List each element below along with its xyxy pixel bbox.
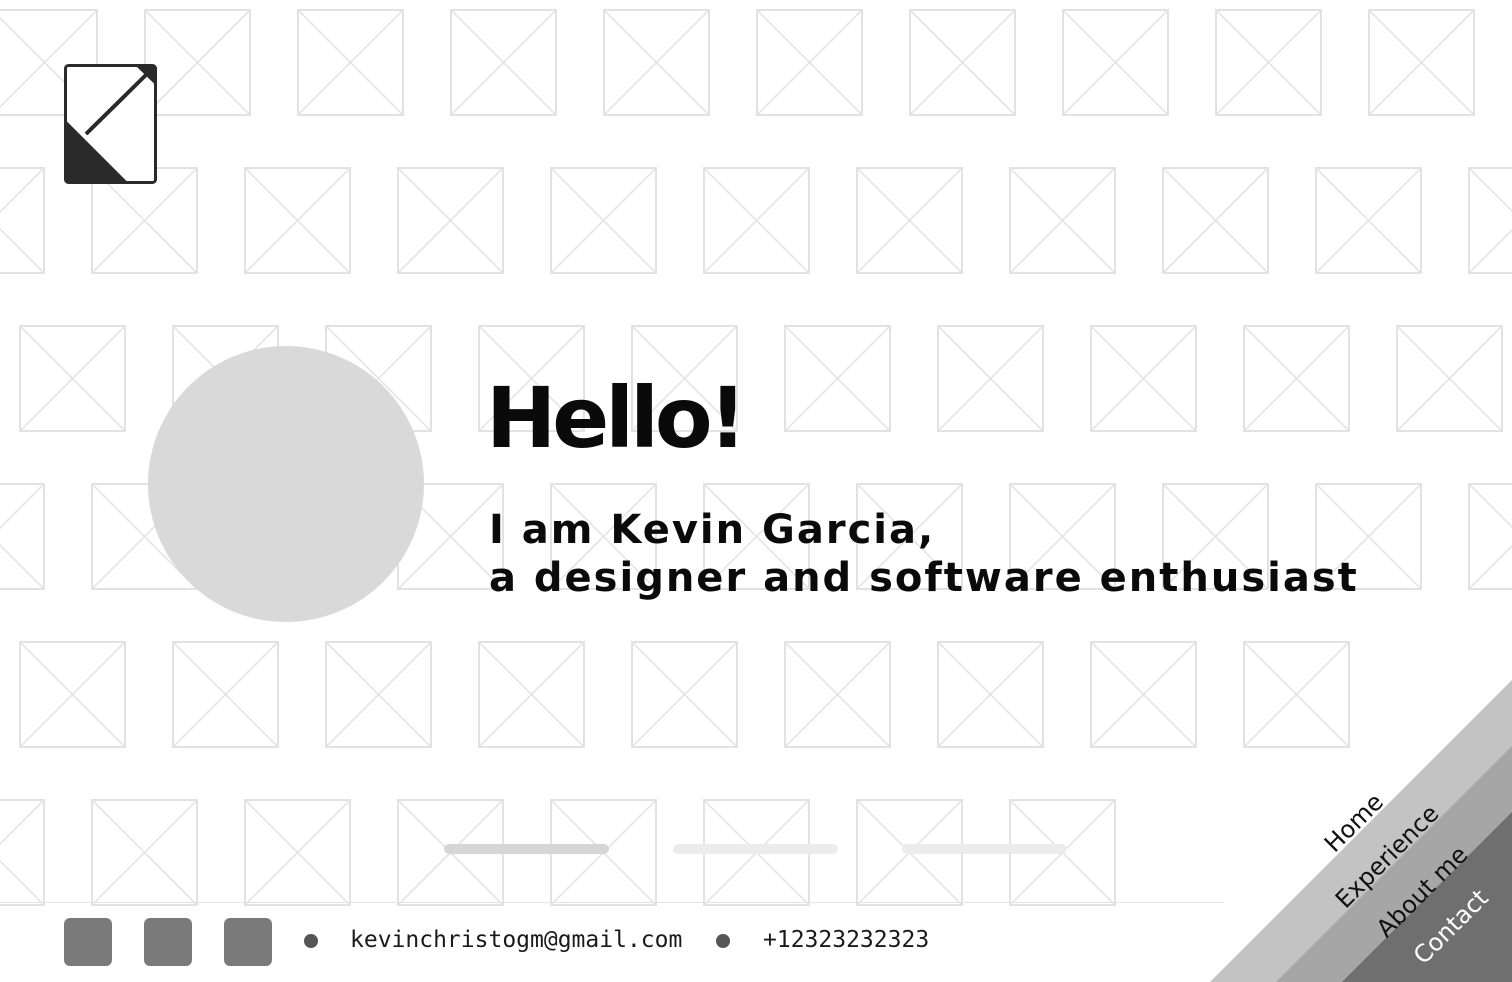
placeholder-tile <box>784 325 891 432</box>
social-link-2[interactable] <box>144 918 192 966</box>
placeholder-tile <box>937 641 1044 748</box>
profile-photo-placeholder <box>148 346 424 622</box>
placeholder-tile <box>325 641 432 748</box>
placeholder-tile <box>631 641 738 748</box>
phone-link[interactable]: +12323232323 <box>763 924 929 956</box>
placeholder-tile <box>937 325 1044 432</box>
placeholder-tile <box>1162 167 1269 274</box>
placeholder-tile <box>172 641 279 748</box>
placeholder-tile <box>297 9 404 116</box>
placeholder-tile <box>1243 641 1350 748</box>
footer-divider <box>0 902 1224 903</box>
placeholder-tile <box>450 9 557 116</box>
logo[interactable] <box>64 64 157 184</box>
placeholder-tile <box>1215 9 1322 116</box>
placeholder-tile <box>784 641 891 748</box>
placeholder-tile <box>19 325 126 432</box>
slider-dot-3[interactable] <box>902 844 1067 854</box>
placeholder-tile <box>0 483 45 590</box>
placeholder-tile <box>1243 325 1350 432</box>
bullet-icon <box>304 934 318 948</box>
placeholder-tile <box>550 167 657 274</box>
placeholder-tile <box>0 799 45 906</box>
slider-dot-1[interactable] <box>444 844 609 854</box>
placeholder-tile <box>19 641 126 748</box>
slider-dot-2[interactable] <box>673 844 838 854</box>
placeholder-tile <box>1315 167 1422 274</box>
placeholder-tile <box>1062 9 1169 116</box>
hero-greeting: Hello! <box>486 369 747 467</box>
social-link-1[interactable] <box>64 918 112 966</box>
placeholder-tile <box>1090 641 1197 748</box>
hero-intro: I am Kevin Garcia, a designer and softwa… <box>489 506 1359 602</box>
email-link[interactable]: kevinchristogm@gmail.com <box>350 924 682 956</box>
placeholder-tile <box>397 167 504 274</box>
placeholder-tile <box>1396 325 1503 432</box>
placeholder-tile <box>0 167 45 274</box>
bullet-icon <box>716 934 730 948</box>
placeholder-tile <box>909 9 1016 116</box>
placeholder-tile <box>856 167 963 274</box>
placeholder-tile <box>144 9 251 116</box>
logo-icon <box>64 64 157 184</box>
placeholder-tile <box>603 9 710 116</box>
hero-intro-line-1: I am Kevin Garcia, <box>489 507 936 553</box>
placeholder-tile <box>1009 167 1116 274</box>
placeholder-tile <box>756 9 863 116</box>
placeholder-tile <box>244 167 351 274</box>
placeholder-tile <box>478 641 585 748</box>
placeholder-tile <box>1468 167 1512 274</box>
placeholder-tile <box>91 799 198 906</box>
social-link-3[interactable] <box>224 918 272 966</box>
placeholder-tile <box>703 167 810 274</box>
placeholder-tile <box>1090 325 1197 432</box>
placeholder-tile <box>1368 9 1475 116</box>
placeholder-tile <box>244 799 351 906</box>
placeholder-tile <box>1468 483 1512 590</box>
slider-indicator <box>444 844 1068 856</box>
hero-intro-line-2: a designer and software enthusiast <box>489 555 1359 601</box>
